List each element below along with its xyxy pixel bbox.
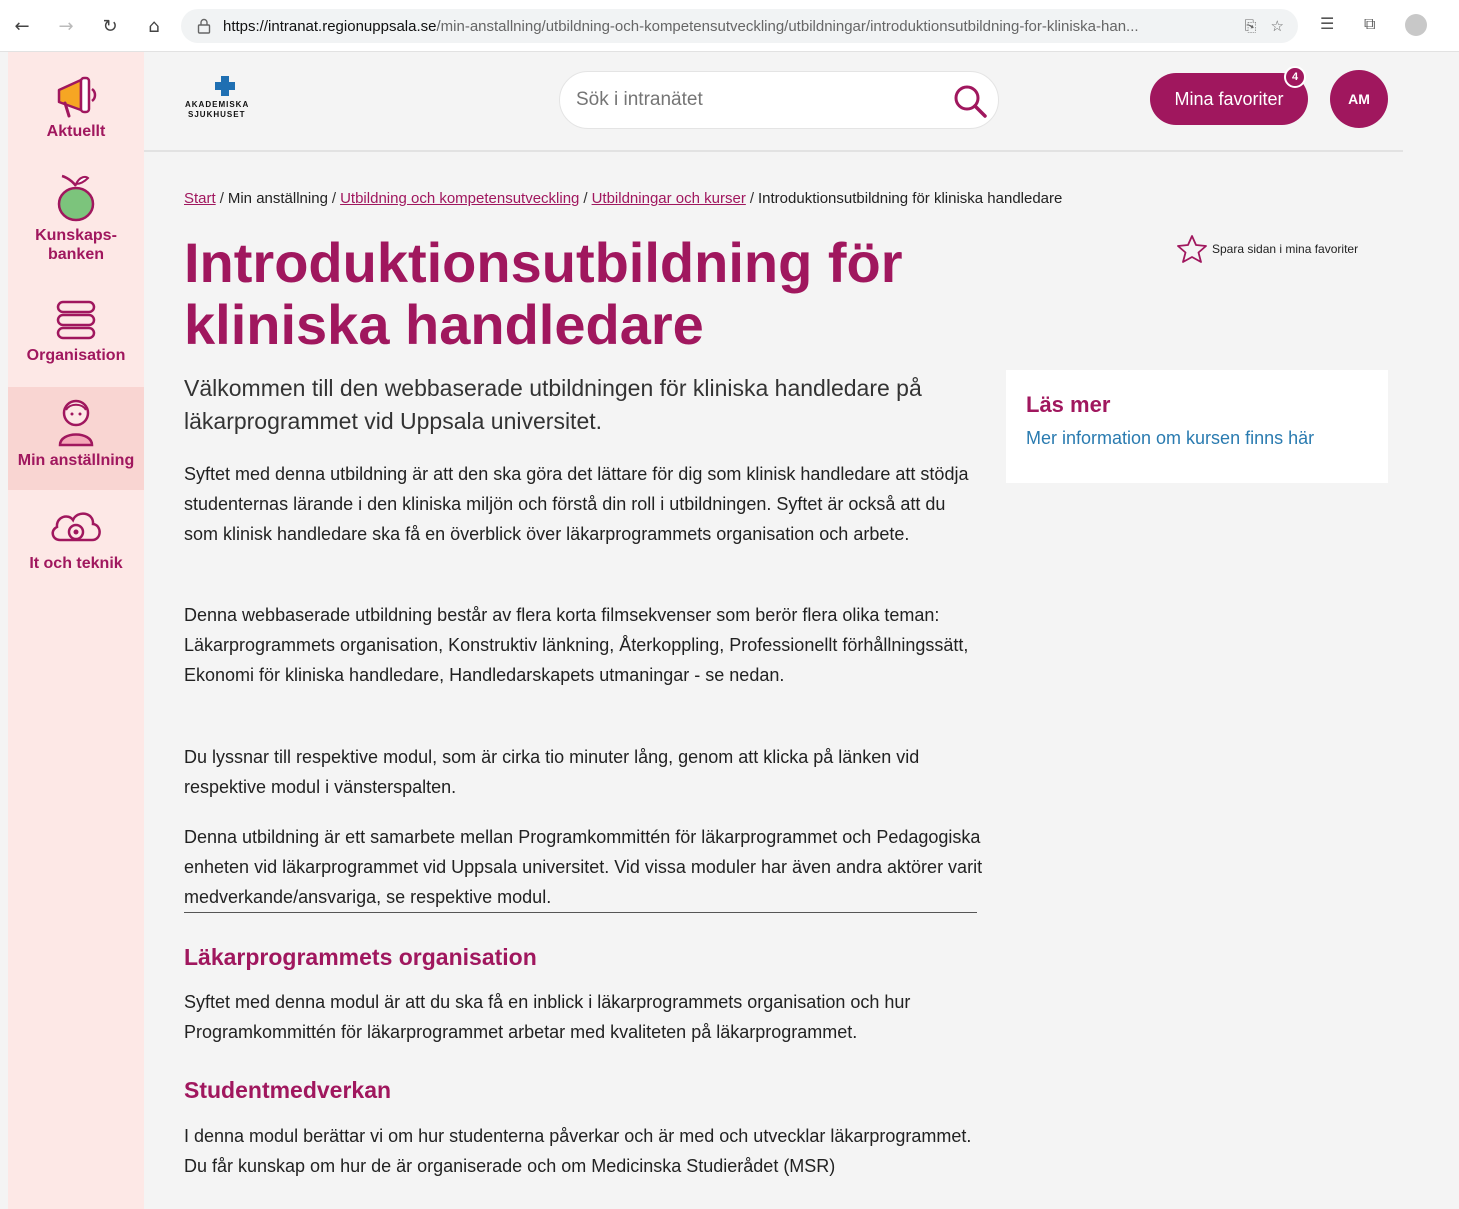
star-outline-icon	[1177, 235, 1207, 263]
favorite-star-icon[interactable]: ☆	[1271, 17, 1284, 35]
rail-label: Min anställning	[17, 452, 135, 469]
rail-label: Kunskaps- banken	[35, 227, 117, 263]
breadcrumb-utbildningar[interactable]: Utbildningar och kurser	[592, 190, 746, 207]
rail-item-it-och-teknik[interactable]: It och teknik	[8, 502, 144, 582]
site-header: AKADEMISKA SJUKHUSET Mina favoriter 4 AM	[144, 52, 1403, 152]
layers-icon	[56, 300, 96, 340]
breadcrumb: Start / Min anställning / Utbildning och kom…	[184, 190, 1063, 207]
rail-item-aktuellt[interactable]: Aktuellt	[8, 74, 144, 154]
address-bar[interactable]: https://intranat.regionuppsala.se/min-an…	[181, 9, 1298, 43]
back-icon[interactable]: ←	[8, 12, 36, 40]
refresh-icon[interactable]: ↻	[96, 12, 124, 40]
rail-label: Aktuellt	[46, 123, 106, 140]
url-path: /min-anstallning/utbildning-och-kompeten…	[436, 17, 1139, 35]
lock-icon	[197, 18, 211, 34]
url-host: https://intranat.regionuppsala.se	[223, 17, 437, 35]
paragraph: Denna utbildning är ett samarbete mellan…	[184, 827, 983, 907]
collections-icon[interactable]: ⧉	[1364, 14, 1375, 34]
paragraph: Du lyssnar till respektive modul, som är…	[184, 747, 920, 797]
rail-item-kunskapsbanken[interactable]: Kunskaps- banken	[8, 172, 144, 270]
rail-item-min-anstallning[interactable]: Min anställning	[8, 387, 144, 490]
breadcrumb-utbildning[interactable]: Utbildning och kompetensutveckling	[340, 190, 579, 207]
person-icon	[58, 399, 94, 447]
paragraph: Denna webbaserade utbildning består av f…	[184, 605, 969, 685]
favorites-count-badge: 4	[1284, 66, 1306, 88]
breadcrumb-current: Introduktionsutbildning för kliniska han…	[758, 190, 1063, 207]
section-text: I denna modul berättar vi om hur student…	[184, 1126, 972, 1176]
browser-toolbar: ← → ↻ ⌂ https://intranat.regionuppsala.s…	[0, 0, 1459, 52]
apple-icon	[57, 174, 95, 222]
logo-line1: AKADEMISKA	[185, 100, 250, 109]
section-text: Syftet med denna modul är att du ska få …	[184, 992, 911, 1042]
lead-text: Välkommen till den webbaserade utbildnin…	[184, 375, 922, 434]
side-navigation: Aktuellt Kunskaps- banken Organisation M…	[8, 52, 144, 1209]
home-icon[interactable]: ⌂	[140, 12, 168, 40]
breadcrumb-start[interactable]: Start	[184, 190, 216, 207]
forward-icon[interactable]: →	[52, 12, 80, 40]
megaphone-icon	[57, 76, 97, 118]
avatar[interactable]: AM	[1330, 70, 1388, 128]
divider	[184, 912, 977, 913]
read-more-box: Läs mer Mer information om kursen finns …	[1006, 370, 1388, 483]
browser-profile-icon[interactable]	[1405, 14, 1427, 36]
favorites-list-icon[interactable]: ☰	[1320, 14, 1334, 33]
save-favorite-link[interactable]: Spara sidan i mina favoriter	[1176, 234, 1358, 264]
save-favorite-label: Spara sidan i mina favoriter	[1212, 242, 1359, 256]
logo[interactable]: AKADEMISKA SJUKHUSET	[185, 76, 265, 120]
paragraph: Syftet med denna utbildning är att den s…	[184, 464, 969, 544]
read-more-title: Läs mer	[1026, 392, 1111, 417]
read-aloud-icon[interactable]: ⎘	[1245, 17, 1257, 35]
cross-logo-icon	[215, 76, 235, 96]
breadcrumb-min-anstallning: Min anställning	[227, 190, 328, 207]
rail-label: Organisation	[26, 347, 126, 364]
search-icon[interactable]	[952, 83, 988, 124]
rail-label: It och teknik	[29, 555, 123, 572]
section-heading: Studentmedverkan	[184, 1077, 392, 1103]
section-heading: Läkarprogrammets organisation	[184, 944, 537, 970]
page-title: Introduktionsutbildning för kliniska han…	[184, 231, 903, 356]
search-box	[559, 71, 999, 129]
search-input[interactable]	[576, 89, 936, 111]
cloud-gear-icon	[51, 512, 101, 542]
course-info-link[interactable]: Mer information om kursen finns här	[1026, 428, 1314, 448]
logo-line2: SJUKHUSET	[188, 110, 246, 119]
rail-item-organisation[interactable]: Organisation	[8, 298, 144, 370]
